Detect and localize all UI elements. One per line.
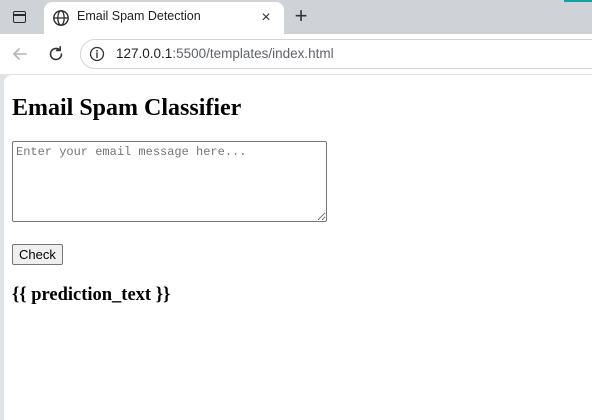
back-arrow-icon [13, 48, 27, 60]
globe-icon [53, 10, 69, 26]
window-accent-line [564, 0, 592, 2]
new-tab-button[interactable]: + [288, 3, 314, 29]
page-viewport: Email Spam Classifier Check {{ predictio… [4, 75, 592, 420]
refresh-button[interactable] [44, 42, 68, 66]
info-icon[interactable] [89, 46, 105, 62]
address-bar[interactable]: 127.0.0.1:5500/templates/index.html [80, 39, 592, 69]
prediction-text: {{ prediction_text }} [12, 285, 171, 305]
refresh-icon [49, 45, 63, 61]
tab-actions-icon [12, 11, 26, 23]
check-button[interactable]: Check [12, 244, 63, 265]
back-button[interactable] [8, 42, 32, 66]
email-message-input[interactable] [12, 141, 327, 222]
url-text[interactable]: 127.0.0.1:5500/templates/index.html [116, 46, 334, 61]
close-tab-icon[interactable]: × [258, 10, 274, 26]
tab-actions-button[interactable] [6, 5, 32, 29]
browser-toolbar: 127.0.0.1:5500/templates/index.html [0, 34, 592, 75]
url-path: :5500/templates/index.html [172, 46, 334, 61]
tab-strip: Email Spam Detection × + [0, 0, 592, 34]
url-host: 127.0.0.1 [116, 46, 173, 61]
browser-tab[interactable]: Email Spam Detection × [44, 2, 284, 34]
page-title: Email Spam Classifier [12, 95, 242, 121]
tab-title: Email Spam Detection [77, 9, 201, 23]
